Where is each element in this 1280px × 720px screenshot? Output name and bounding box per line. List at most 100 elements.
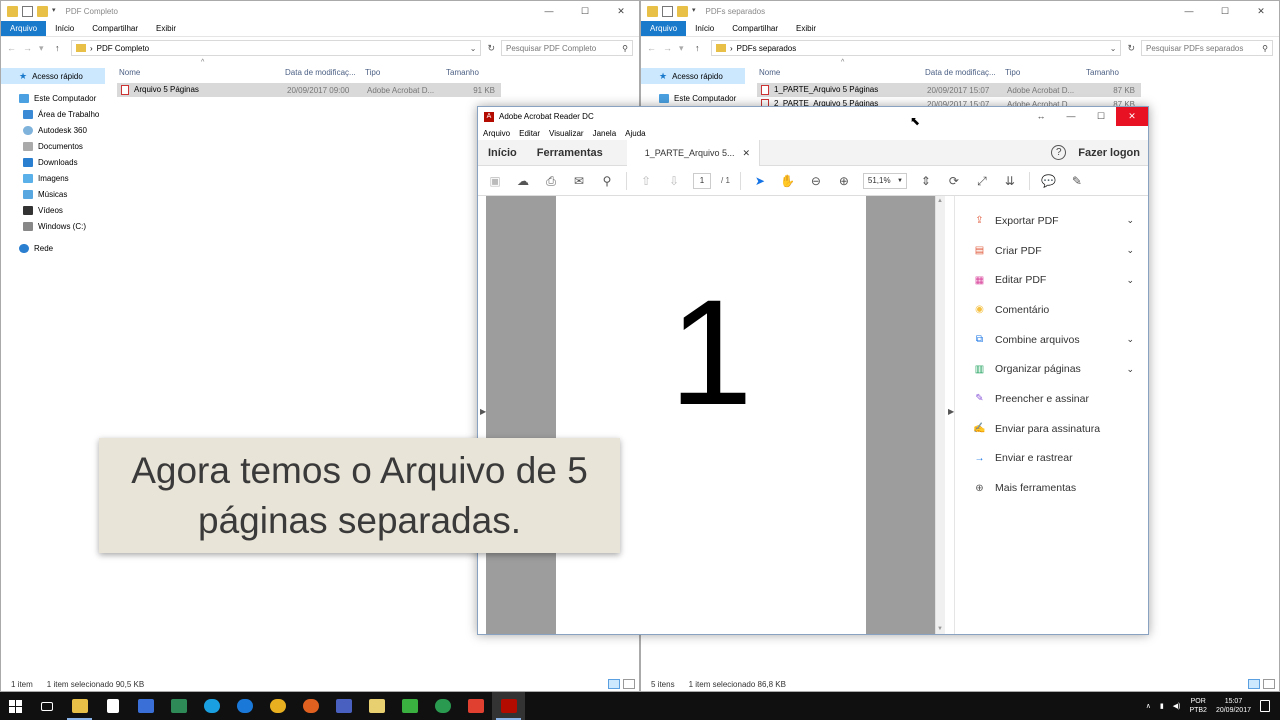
nav-item-drive-c[interactable]: Windows (C:) [1,218,111,234]
tool-item[interactable]: ✎ Preencher e assinar [955,384,1148,414]
app-taskbar-icon[interactable] [129,692,162,720]
firefox-taskbar-icon[interactable] [294,692,327,720]
address-bar[interactable]: › PDF Completo ⌄ [71,40,482,56]
nav-item-quick-access[interactable]: ★ Acesso rápido [1,68,105,84]
rotate-icon[interactable]: ⟳ [945,172,963,190]
large-icons-view-icon[interactable] [1263,679,1275,689]
start-button[interactable] [0,692,30,720]
maximize-button[interactable]: ☐ [1086,107,1116,126]
up-icon[interactable]: ↑ [695,43,705,53]
nav-item-downloads[interactable]: Downloads [1,154,111,170]
language-indicator[interactable]: POR PTB2 [1189,697,1207,715]
vertical-scrollbar[interactable]: ▲ ▼ [935,196,945,634]
volume-icon[interactable]: ◀) [1173,702,1181,710]
column-name[interactable]: Nome [111,68,285,77]
nav-item-quick-access[interactable]: ★ Acesso rápido [641,68,745,84]
zoom-select[interactable]: 51,1% ▼ [862,172,907,189]
chevron-down-icon[interactable]: ⌄ [1126,364,1134,375]
menu-help[interactable]: Ajuda [625,129,645,138]
forward-icon[interactable]: → [23,43,33,53]
minimize-button[interactable]: — [1171,1,1207,21]
document-view[interactable]: 1 [486,196,935,634]
column-name[interactable]: Nome [751,68,925,77]
customize-toolbar-icon[interactable]: ▾ [692,6,696,17]
tool-item[interactable]: ◉ Comentário [955,295,1148,325]
back-icon[interactable]: ← [647,43,657,53]
menu-window[interactable]: Janela [593,129,617,138]
file-row[interactable]: 1_PARTE_Arquivo 5 Páginas 20/09/2017 15:… [757,83,1141,97]
close-button[interactable]: ✕ [603,1,639,21]
ribbon-tab-share[interactable]: Compartilhar [83,21,147,36]
search-icon[interactable]: ⚲ [598,172,616,190]
upload-cloud-icon[interactable]: ☁ [514,172,532,190]
acrobat-taskbar-icon[interactable] [492,692,525,720]
column-date[interactable]: Data de modificaç... [285,68,365,77]
ribbon-tab-view[interactable]: Exibir [147,21,185,36]
skype-taskbar-icon[interactable] [195,692,228,720]
tool-item[interactable]: ✍ Enviar para assinatura [955,414,1148,444]
highlight-pen-icon[interactable]: ✎ [1068,172,1086,190]
page-number-input[interactable]: 1 [693,172,711,189]
details-view-icon[interactable] [608,679,620,689]
clock[interactable]: 15:07 20/09/2017 [1216,697,1251,715]
help-icon[interactable]: ? [1051,145,1067,160]
properties-icon[interactable] [662,5,673,17]
nav-item-this-pc[interactable]: Este Computador [1,90,111,106]
zoom-in-icon[interactable]: ⊕ [835,172,853,190]
camtasia-taskbar-icon[interactable] [393,692,426,720]
back-icon[interactable]: ← [7,43,17,53]
notifications-icon[interactable] [1260,700,1270,712]
forward-icon[interactable]: → [663,43,673,53]
column-date[interactable]: Data de modificaç... [925,68,1005,77]
tool-item[interactable]: → Enviar e rastrear [955,444,1148,474]
chevron-down-icon[interactable]: ⌄ [1110,44,1117,53]
file-explorer-taskbar-icon[interactable] [63,692,96,720]
ribbon-tab-file[interactable]: Arquivo [1,21,47,36]
maximize-button[interactable]: ☐ [1207,1,1243,21]
minimize-button[interactable]: — [1056,107,1086,126]
details-view-icon[interactable] [1248,679,1260,689]
zoom-out-icon[interactable]: ⊖ [807,172,825,190]
tool-item[interactable]: ⊕ Mais ferramentas [955,473,1148,503]
search-input[interactable]: Pesquisar PDF Completo ⚲ [501,40,633,56]
column-type[interactable]: Tipo [365,68,446,77]
up-icon[interactable]: ↑ [55,43,65,53]
close-button[interactable]: ✕ [1243,1,1279,21]
nav-item-network[interactable]: Rede [1,240,111,256]
search-input[interactable]: Pesquisar PDFs separados ⚲ [1141,40,1273,56]
nav-item-videos[interactable]: Vídeos [1,202,111,218]
menu-edit[interactable]: Editar [519,129,540,138]
tool-item[interactable]: ▦ Editar PDF ⌄ [955,265,1148,295]
new-folder-icon[interactable] [677,5,688,17]
close-tab-icon[interactable]: ✕ [743,140,751,166]
file-row[interactable]: Arquivo 5 Páginas 20/09/2017 09:00 Adobe… [117,83,501,97]
customize-toolbar-icon[interactable]: ▾ [52,6,56,17]
properties-icon[interactable] [22,5,33,17]
ribbon-tab-view[interactable]: Exibir [787,21,825,36]
hand-tool-icon[interactable]: ✋ [779,172,797,190]
ribbon-tab-home[interactable]: Início [46,21,83,36]
nav-item-desktop[interactable]: Área de Trabalho [1,106,111,122]
nav-item-documents[interactable]: Documentos [1,138,111,154]
print-icon[interactable]: ⎙ [542,172,560,190]
expand-left-pane-icon[interactable]: ▶ [480,407,486,416]
refresh-icon[interactable]: ↻ [1127,43,1135,54]
fit-page-icon[interactable]: ⇕ [917,172,935,190]
nav-item-autodesk[interactable]: Autodesk 360 [1,122,111,138]
full-screen-icon[interactable]: ⤢ [973,172,991,190]
recorder-taskbar-icon[interactable] [459,692,492,720]
large-icons-view-icon[interactable] [623,679,635,689]
previous-page-icon[interactable]: ⇧ [637,172,655,190]
ribbon-tab-home[interactable]: Início [686,21,723,36]
tool-item[interactable]: ▤ Criar PDF ⌄ [955,236,1148,266]
folder-taskbar-icon[interactable] [360,692,393,720]
app-green-taskbar-icon[interactable] [162,692,195,720]
chevron-down-icon[interactable]: ⌄ [1126,334,1134,345]
chrome-taskbar-icon[interactable] [261,692,294,720]
chevron-down-icon[interactable]: ⌄ [470,44,477,53]
chevron-down-icon[interactable]: ⌄ [1126,245,1134,256]
new-folder-icon[interactable] [37,5,48,17]
ribbon-tab-share[interactable]: Compartilhar [723,21,787,36]
nav-item-this-pc[interactable]: Este Computador [641,90,751,106]
show-hidden-icons-icon[interactable]: ∧ [1146,702,1151,710]
